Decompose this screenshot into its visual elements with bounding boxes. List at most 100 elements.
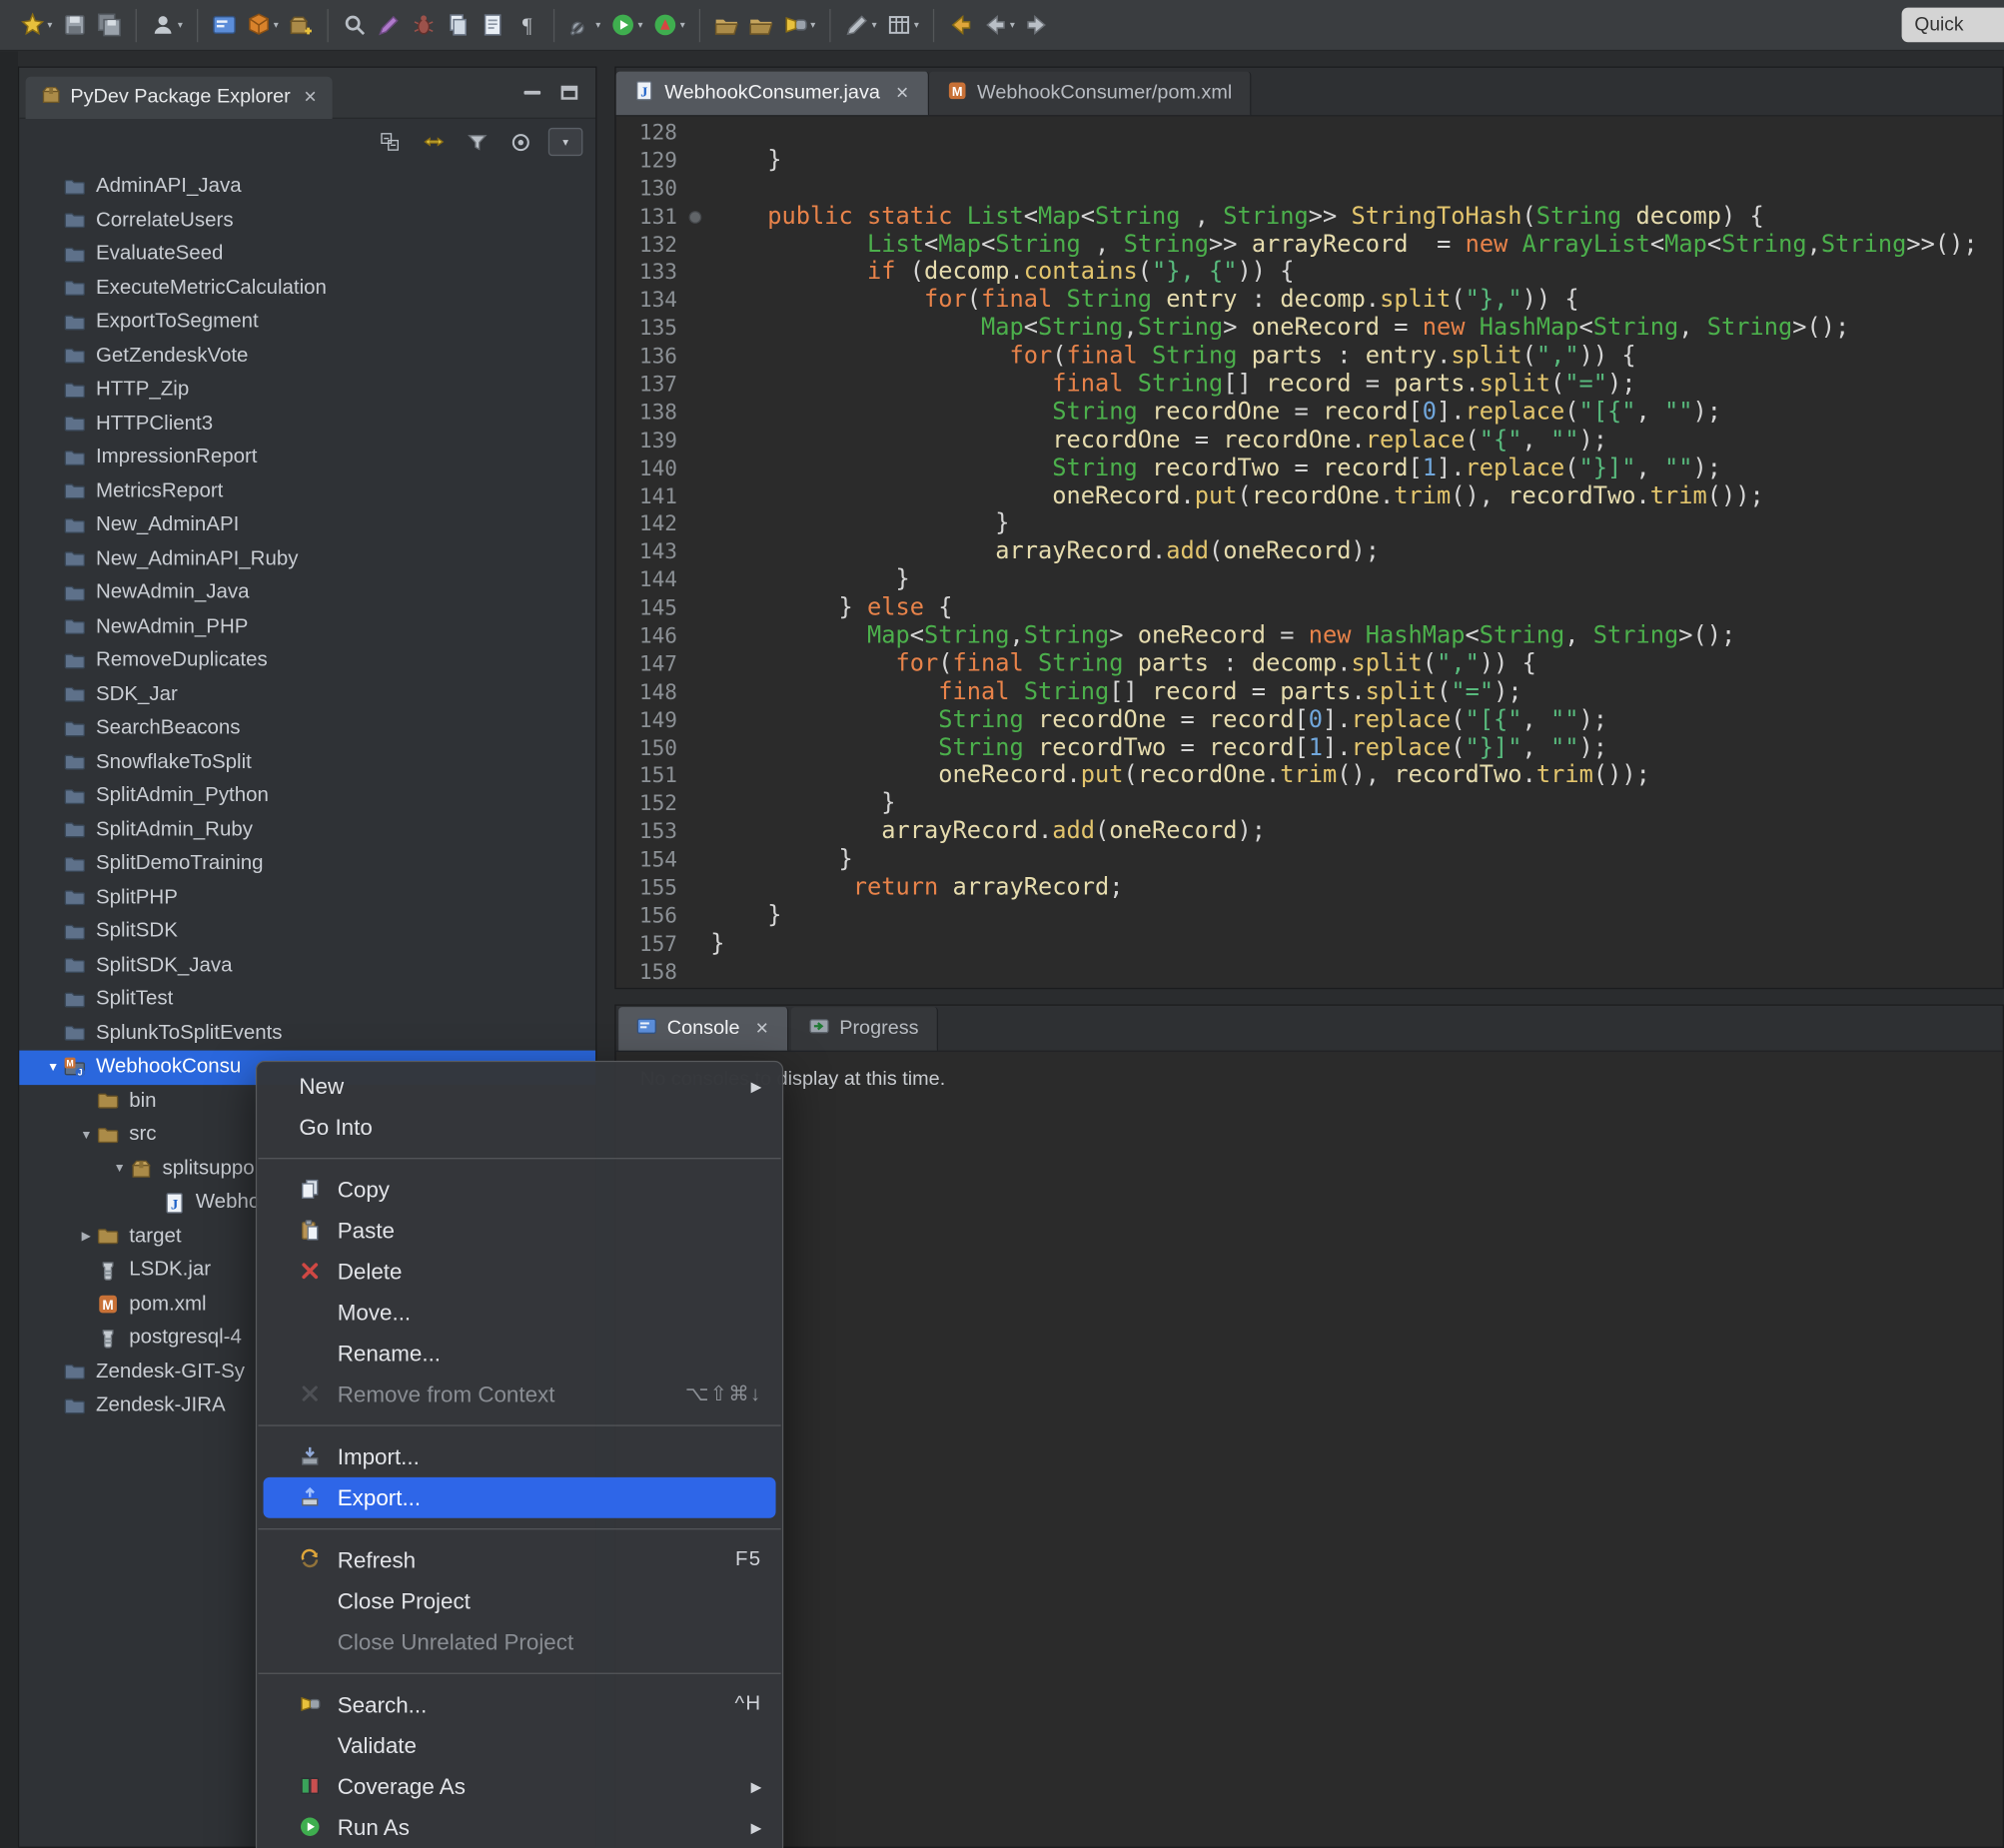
open-folder-icon[interactable] <box>709 6 744 44</box>
profile-icon[interactable]: ▾ <box>648 6 690 44</box>
dropdown-caret-icon[interactable]: ▾ <box>274 19 279 31</box>
quick-access-input[interactable]: Quick <box>1902 8 2004 43</box>
tree-item-httpclient3[interactable]: HTTPClient3 <box>19 407 595 441</box>
collapse-all-icon[interactable] <box>375 128 406 156</box>
annotation-icon <box>845 13 869 37</box>
tree-item-splitsdk[interactable]: SplitSDK <box>19 915 595 949</box>
code-editor[interactable]: 128129 }130131 public static List<Map<St… <box>616 116 2003 989</box>
collapse-arrow-icon[interactable]: ▼ <box>75 1128 97 1142</box>
tree-item-metricsreport[interactable]: MetricsReport <box>19 474 595 508</box>
dropdown-caret-icon[interactable]: ▾ <box>1010 19 1015 31</box>
dropdown-caret-icon[interactable]: ▾ <box>914 19 919 31</box>
tree-item-executemetriccalculation[interactable]: ExecuteMetricCalculation <box>19 272 595 306</box>
menu-item-new[interactable]: New▶ <box>257 1066 782 1107</box>
new-package-icon[interactable] <box>284 6 319 44</box>
menu-item-rename[interactable]: Rename... <box>257 1333 782 1374</box>
tab-webhookconsumer-pom-xml[interactable]: MWebhookConsumer/pom.xml <box>928 72 1251 115</box>
tree-item-label: MetricsReport <box>96 480 223 503</box>
collapse-arrow-icon[interactable]: ▼ <box>109 1162 131 1176</box>
save-icon[interactable] <box>58 6 93 44</box>
menu-item-go-into[interactable]: Go Into <box>257 1107 782 1148</box>
menu-item-validate[interactable]: Validate <box>257 1725 782 1766</box>
maven-build-icon[interactable]: ▾ <box>242 6 284 44</box>
bug-icon[interactable] <box>407 6 442 44</box>
view-menu-icon[interactable]: ▾ <box>548 128 583 156</box>
dropdown-caret-icon[interactable]: ▾ <box>47 19 52 31</box>
focus-icon[interactable] <box>504 128 535 156</box>
outline-icon[interactable]: ▾ <box>882 6 924 44</box>
tree-item-exporttosegment[interactable]: ExportToSegment <box>19 306 595 340</box>
menu-item-paste[interactable]: Paste <box>257 1210 782 1251</box>
run-icon[interactable]: ▾ <box>605 6 647 44</box>
menu-item-move[interactable]: Move... <box>257 1292 782 1333</box>
tab-console[interactable]: Console✕ <box>618 1007 788 1050</box>
dropdown-caret-icon[interactable]: ▾ <box>637 19 642 31</box>
menu-item-remove-from-context[interactable]: Remove from Context⌥⇧⌘↓ <box>257 1374 782 1414</box>
maximize-icon[interactable] <box>561 86 578 100</box>
back-icon[interactable]: ▾ <box>978 6 1020 44</box>
tab-progress[interactable]: Progress <box>791 1007 938 1050</box>
menu-item-run-as[interactable]: Run As▶ <box>257 1807 782 1848</box>
link-editor-icon[interactable] <box>418 128 449 156</box>
tree-item-sdk-jar[interactable]: SDK_Jar <box>19 678 595 712</box>
new-wizard-icon[interactable]: ▾ <box>15 6 57 44</box>
tree-item-evaluateseed[interactable]: EvaluateSeed <box>19 238 595 272</box>
tree-item-splitsdk-java[interactable]: SplitSDK_Java <box>19 949 595 983</box>
close-icon[interactable]: ✕ <box>755 1019 769 1039</box>
collapse-arrow-icon[interactable]: ▼ <box>42 1060 64 1074</box>
tree-item-splitphp[interactable]: SplitPHP <box>19 881 595 915</box>
user-profile-icon[interactable]: ▾ <box>146 6 188 44</box>
menu-item-copy[interactable]: Copy <box>257 1170 782 1211</box>
paintbrush-icon[interactable] <box>372 6 407 44</box>
tree-item-newadmin-java[interactable]: NewAdmin_Java <box>19 576 595 610</box>
tree-item-splittest[interactable]: SplitTest <box>19 983 595 1017</box>
tree-item-splunktosplitevents[interactable]: SplunkToSplitEvents <box>19 1017 595 1051</box>
tree-item-splitadmin-python[interactable]: SplitAdmin_Python <box>19 779 595 813</box>
tree-item-snowflaketosplit[interactable]: SnowflakeToSplit <box>19 745 595 779</box>
tree-item-new-adminapi[interactable]: New_AdminAPI <box>19 508 595 542</box>
tree-item-correlateusers[interactable]: CorrelateUsers <box>19 204 595 238</box>
console-view-icon[interactable] <box>207 6 242 44</box>
save-all-icon[interactable] <box>92 6 127 44</box>
dropdown-caret-icon[interactable]: ▾ <box>178 19 183 31</box>
forward-icon[interactable] <box>1020 6 1055 44</box>
menu-item-search[interactable]: Search...^H <box>257 1684 782 1725</box>
tree-item-getzendeskvote[interactable]: GetZendeskVote <box>19 340 595 374</box>
report-icon[interactable] <box>476 6 510 44</box>
tab-webhookconsumer-java[interactable]: JWebhookConsumer.java✕ <box>616 72 929 115</box>
tree-item-adminapi-java[interactable]: AdminAPI_Java <box>19 170 595 204</box>
expand-arrow-icon[interactable]: ▶ <box>75 1230 97 1244</box>
menu-item-delete[interactable]: Delete <box>257 1251 782 1292</box>
menu-item-export[interactable]: Export... <box>264 1477 776 1518</box>
menu-item-close-project[interactable]: Close Project <box>257 1580 782 1621</box>
tree-item-searchbeacons[interactable]: SearchBeacons <box>19 712 595 746</box>
external-tools-icon[interactable]: ▾ <box>563 6 605 44</box>
close-icon[interactable]: ✕ <box>895 83 909 103</box>
dropdown-caret-icon[interactable]: ▾ <box>680 19 685 31</box>
tree-item-removeduplicates[interactable]: RemoveDuplicates <box>19 644 595 678</box>
tree-item-new-adminapi-ruby[interactable]: New_AdminAPI_Ruby <box>19 542 595 576</box>
filter-icon[interactable] <box>462 128 493 156</box>
dropdown-caret-icon[interactable]: ▾ <box>595 19 600 31</box>
menu-item-refresh[interactable]: RefreshF5 <box>257 1540 782 1581</box>
open-project-icon[interactable] <box>744 6 779 44</box>
tree-item-impressionreport[interactable]: ImpressionReport <box>19 441 595 474</box>
flashlight-icon[interactable]: ▾ <box>778 6 820 44</box>
menu-item-import[interactable]: Import... <box>257 1436 782 1477</box>
dropdown-caret-icon[interactable]: ▾ <box>810 19 815 31</box>
tree-item-http-zip[interactable]: HTTP_Zip <box>19 374 595 408</box>
last-edit-location-icon[interactable] <box>943 6 978 44</box>
search-references-icon[interactable] <box>338 6 373 44</box>
menu-item-close-unrelated-project[interactable]: Close Unrelated Project <box>257 1621 782 1662</box>
minimize-icon[interactable] <box>524 91 541 95</box>
close-icon[interactable]: ✕ <box>304 87 318 107</box>
show-whitespace-icon[interactable]: ¶ <box>510 6 545 44</box>
dropdown-caret-icon[interactable]: ▾ <box>872 19 877 31</box>
tab-package-explorer[interactable]: PyDev Package Explorer ✕ <box>26 76 333 118</box>
tree-item-newadmin-php[interactable]: NewAdmin_PHP <box>19 610 595 644</box>
tree-item-splitadmin-ruby[interactable]: SplitAdmin_Ruby <box>19 813 595 847</box>
menu-item-coverage-as[interactable]: Coverage As▶ <box>257 1766 782 1807</box>
convert-icon[interactable] <box>441 6 476 44</box>
tree-item-splitdemotraining[interactable]: SplitDemoTraining <box>19 847 595 881</box>
annotation-icon[interactable]: ▾ <box>840 6 882 44</box>
